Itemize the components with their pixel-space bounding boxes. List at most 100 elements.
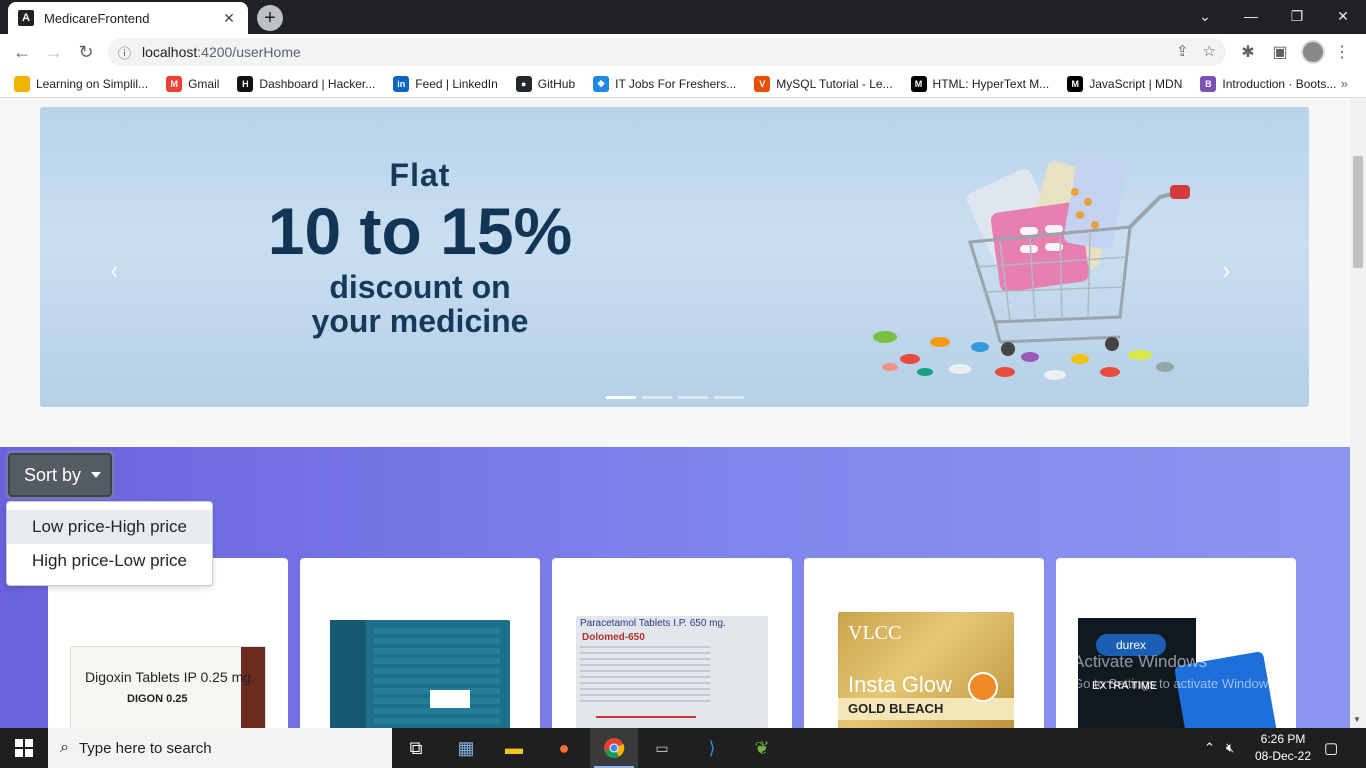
bookmark-item[interactable]: B Introduction · Boots... <box>1200 75 1336 92</box>
bookmark-item[interactable]: ● GitHub <box>515 75 575 92</box>
share-icon[interactable]: ⇪ <box>1176 42 1189 60</box>
bookmark-item[interactable]: in Feed | LinkedIn <box>393 75 498 92</box>
product-brand: DIGON 0.25 <box>127 693 188 705</box>
bookmarks-bar: Learning on Simplil... M Gmail H Dashboard |… <box>0 70 1366 98</box>
firefox-icon[interactable]: ● <box>540 728 588 768</box>
vscode-icon[interactable]: ⟩ <box>688 728 736 768</box>
mdn-icon: M <box>1067 75 1084 92</box>
bookmark-label: Gmail <box>188 76 220 91</box>
angular-icon: A <box>18 10 34 26</box>
product-brand: Dolomed-650 <box>582 632 645 643</box>
bookmark-item[interactable]: V MySQL Tutorial - Le... <box>754 75 893 92</box>
carousel-prev-icon[interactable]: ‹ <box>110 255 119 286</box>
page-scrollbar[interactable]: ▼ <box>1350 98 1366 728</box>
bookmark-label: MySQL Tutorial - Le... <box>776 76 893 91</box>
clock-time: 6:26 PM <box>1260 732 1306 746</box>
start-button[interactable] <box>0 728 48 768</box>
forward-icon[interactable]: → <box>42 40 66 64</box>
menu-icon[interactable]: ⋮ <box>1330 40 1354 64</box>
carousel-indicator[interactable] <box>642 396 672 399</box>
bootstrap-icon: B <box>1200 75 1217 92</box>
bookmark-label: JavaScript | MDN <box>1089 76 1183 91</box>
watermark-title: Activate Windows <box>1073 652 1208 671</box>
taskbar-clock[interactable]: 6:26 PM 08-Dec-22 <box>1250 731 1316 765</box>
promo-line-4: your medicine <box>311 303 529 339</box>
simplilearn-icon <box>14 75 30 92</box>
sort-option-high-low[interactable]: High price-Low price <box>7 544 212 578</box>
promo-carousel: Flat 10 to 15% discount on your medicine <box>40 107 1309 407</box>
back-icon[interactable]: ← <box>10 40 34 64</box>
carousel-indicator[interactable] <box>606 396 636 399</box>
bookmark-label: Learning on Simplil... <box>36 76 149 91</box>
carousel-next-icon[interactable]: › <box>1222 255 1231 286</box>
tab-search-icon[interactable]: ⌄ <box>1182 0 1228 32</box>
url-host: localhost <box>142 44 198 60</box>
bookmark-label: Dashboard | Hacker... <box>259 76 376 91</box>
carousel-indicators <box>606 396 744 399</box>
bookmark-item[interactable]: M JavaScript | MDN <box>1067 75 1183 92</box>
carousel-indicator[interactable] <box>714 396 744 399</box>
file-explorer-icon[interactable]: ▬ <box>490 728 538 768</box>
bookmark-label: IT Jobs For Freshers... <box>615 76 737 91</box>
product-card[interactable]: VLCC Insta Glow GOLD BLEACH <box>804 558 1044 728</box>
browser-tab[interactable]: A MedicareFrontend ✕ <box>8 2 248 34</box>
bookmark-label: Feed | LinkedIn <box>415 76 498 91</box>
windows-logo-icon <box>15 739 33 757</box>
close-window-icon[interactable]: ✕ <box>1320 0 1366 32</box>
bookmark-item[interactable]: M HTML: HyperText M... <box>910 75 1049 92</box>
bookmark-star-icon[interactable]: ☆ <box>1203 42 1216 60</box>
volume-muted-icon[interactable]: 🔇︎ <box>1226 728 1234 768</box>
product-card[interactable] <box>300 558 540 728</box>
taskbar-search-box[interactable]: ⌕ Type here to search <box>48 728 392 768</box>
tray-overflow-icon[interactable]: ⌃ <box>1204 728 1215 768</box>
tab-title: MedicareFrontend <box>44 10 150 26</box>
address-bar[interactable]: ⓘ localhost:4200/userHome ⇪ ☆ <box>108 38 1226 66</box>
bookmark-item[interactable]: ◆ IT Jobs For Freshers... <box>593 75 737 92</box>
bookmarks-overflow-icon[interactable]: » <box>1341 76 1348 91</box>
restore-icon[interactable]: ❐ <box>1274 0 1320 32</box>
product-image: Digoxin Tablets IP 0.25 mg. DIGON 0.25 <box>70 646 266 728</box>
product-card[interactable]: durex EXTRA TIME <box>1056 558 1296 728</box>
shopping-cart-illustration <box>873 154 1190 380</box>
side-panel-icon[interactable]: ▣ <box>1268 40 1292 64</box>
minimize-icon[interactable]: — <box>1228 0 1274 32</box>
product-subtitle: GOLD BLEACH <box>848 701 944 716</box>
scroll-down-icon[interactable]: ▼ <box>1353 715 1361 724</box>
reload-icon[interactable]: ↻ <box>74 40 98 64</box>
url-text: localhost:4200/userHome <box>142 44 301 60</box>
promo-line-3: discount on <box>329 269 511 305</box>
bookmark-item[interactable]: M Gmail <box>166 75 220 92</box>
browser-toolbar: ← → ↻ ⓘ localhost:4200/userHome ⇪ ☆ ✱ ▣ … <box>0 34 1366 70</box>
product-name: Digoxin Tablets IP 0.25 mg. <box>85 669 255 685</box>
terminal-icon[interactable]: ▭ <box>638 728 686 768</box>
browser-tab-strip: A MedicareFrontend ✕ + ⌄ — ❐ ✕ <box>0 0 1366 34</box>
new-tab-button[interactable]: + <box>257 5 283 31</box>
bookmark-item[interactable]: Learning on Simplil... <box>14 75 149 92</box>
sort-option-low-high[interactable]: Low price-High price <box>7 510 212 544</box>
product-image: VLCC Insta Glow GOLD BLEACH <box>838 612 1014 728</box>
close-tab-icon[interactable]: ✕ <box>220 10 238 27</box>
task-view-icon[interactable]: ⧉ <box>392 728 440 768</box>
jobs-icon: ◆ <box>593 75 610 92</box>
product-card[interactable]: Paracetamol Tablets I.P. 650 mg. Dolomed… <box>552 558 792 728</box>
product-image <box>330 620 510 728</box>
product-brand: VLCC <box>848 622 902 644</box>
extensions-icon[interactable]: ✱ <box>1236 40 1260 64</box>
info-icon[interactable]: ⓘ <box>118 43 136 62</box>
scrollbar-thumb[interactable] <box>1353 156 1363 268</box>
mysql-icon: V <box>754 75 771 92</box>
bookmark-item[interactable]: H Dashboard | Hacker... <box>237 75 376 92</box>
page-content: Flat 10 to 15% discount on your medicine <box>0 98 1350 728</box>
spring-tools-icon[interactable]: ❦ <box>738 728 786 768</box>
linkedin-icon: in <box>393 75 410 92</box>
github-icon: ● <box>515 75 532 92</box>
profile-avatar[interactable] <box>1301 40 1325 64</box>
promo-line-1: Flat <box>389 157 451 193</box>
carousel-indicator[interactable] <box>678 396 708 399</box>
sort-by-button[interactable]: Sort by <box>8 453 112 497</box>
calculator-icon[interactable]: ▦ <box>442 728 490 768</box>
chrome-icon[interactable] <box>590 728 638 768</box>
notifications-icon[interactable]: ▢ <box>1324 728 1338 768</box>
activate-windows-watermark: Activate Windows Go to Settings to activ… <box>1073 652 1278 691</box>
product-image: Paracetamol Tablets I.P. 650 mg. Dolomed… <box>576 616 768 728</box>
